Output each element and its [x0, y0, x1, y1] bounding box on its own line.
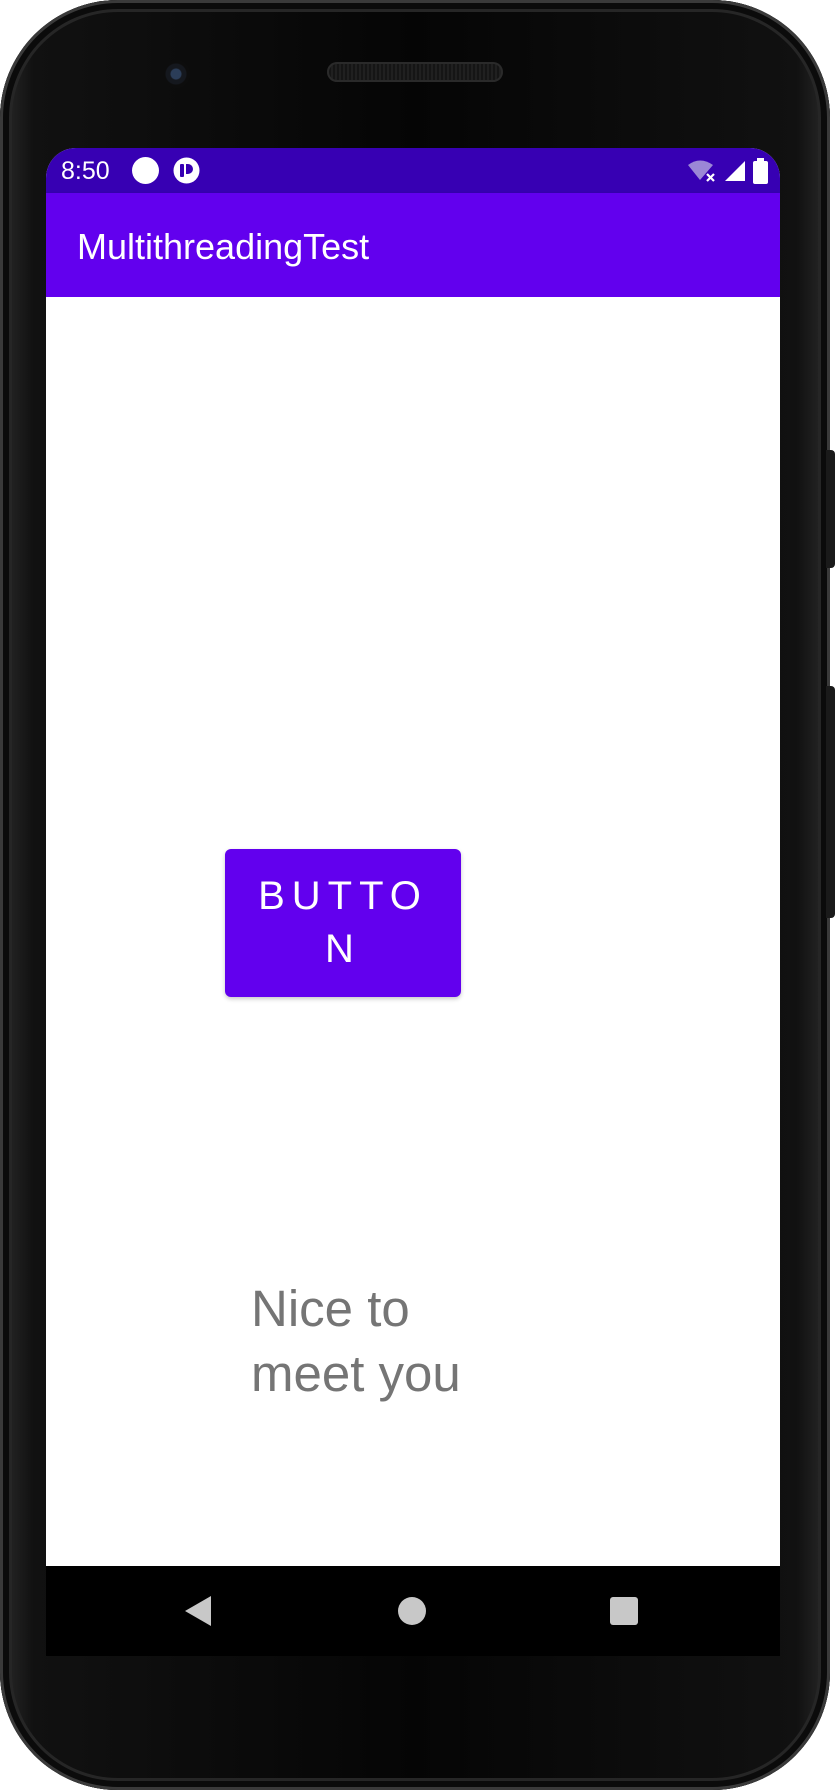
earpiece-speaker: [327, 62, 503, 82]
wifi-off-icon: [688, 160, 715, 182]
greeting-text: Nice to meet you: [251, 1280, 461, 1402]
app-notification-icon: [173, 157, 200, 184]
volume-button: [826, 450, 835, 568]
battery-icon: [753, 158, 768, 184]
status-time: 8:50: [61, 157, 110, 185]
front-camera: [162, 60, 190, 88]
cell-signal-icon: [725, 161, 745, 181]
app-title: MultithreadingTest: [77, 226, 370, 267]
power-button: [826, 686, 835, 918]
home-icon[interactable]: [398, 1597, 426, 1625]
navigation-bar: [46, 1566, 780, 1656]
device-frame: 8:50 MultithreadingTest BUTTON Nice to m…: [0, 0, 835, 1790]
content-area: BUTTON Nice to meet you: [46, 297, 780, 1566]
notification-dot-icon: [132, 157, 159, 184]
back-icon[interactable]: [185, 1596, 211, 1626]
status-bar: 8:50: [46, 148, 780, 193]
main-button[interactable]: BUTTON: [225, 849, 461, 997]
status-icons: [687, 158, 768, 184]
screen: 8:50 MultithreadingTest BUTTON Nice to m…: [46, 148, 780, 1566]
recents-icon[interactable]: [610, 1597, 638, 1625]
app-bar: MultithreadingTest: [46, 193, 780, 297]
